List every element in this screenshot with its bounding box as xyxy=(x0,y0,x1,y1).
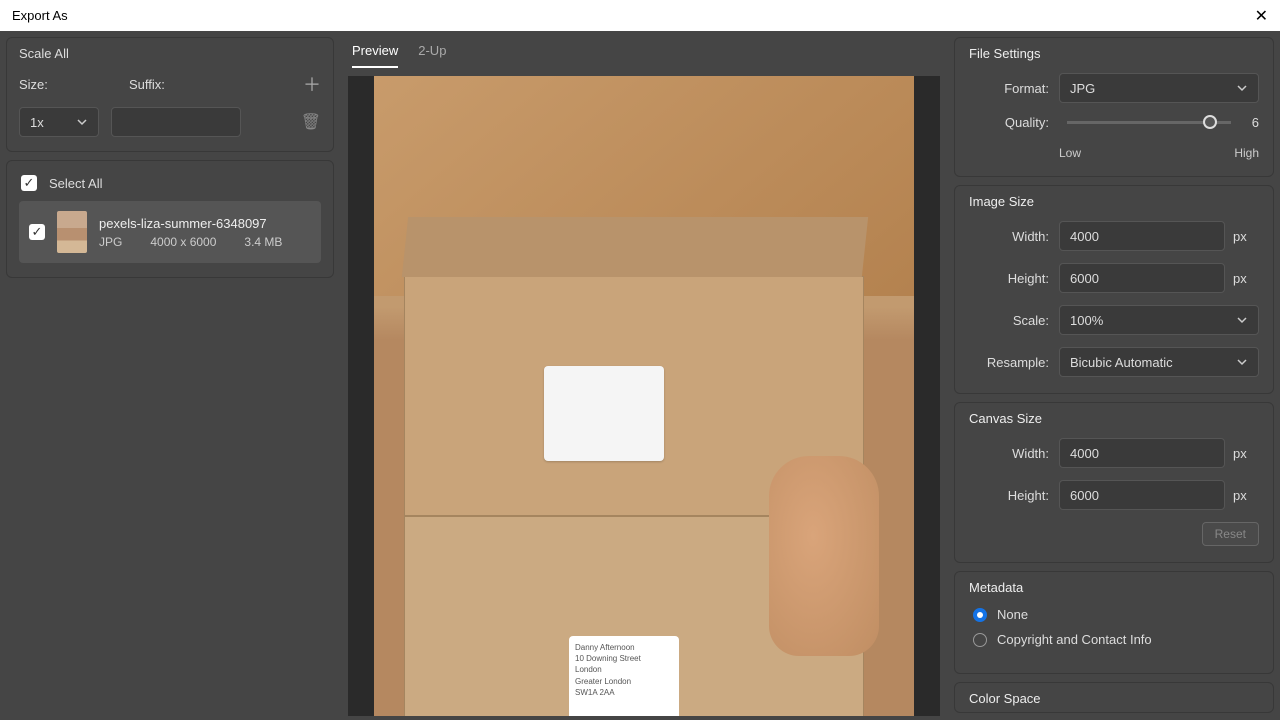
asset-filesize: 3.4 MB xyxy=(244,235,282,249)
asset-dimensions: 4000 x 6000 xyxy=(150,235,216,249)
scale-all-title: Scale All xyxy=(19,46,321,61)
format-dropdown[interactable]: JPG xyxy=(1059,73,1259,103)
metadata-copyright-option[interactable]: Copyright and Contact Info xyxy=(969,632,1259,647)
chevron-down-icon xyxy=(1236,314,1248,326)
height-unit: px xyxy=(1233,271,1259,286)
asset-thumbnail xyxy=(57,211,87,253)
title-bar: Export As ✕ xyxy=(0,0,1280,31)
size-value: 1x xyxy=(30,115,44,130)
image-size-title: Image Size xyxy=(969,194,1259,209)
height-input[interactable]: 6000 xyxy=(1059,263,1225,293)
chevron-down-icon xyxy=(1236,356,1248,368)
metadata-panel: Metadata None Copyright and Contact Info xyxy=(954,571,1274,674)
format-label: Format: xyxy=(969,81,1049,96)
scale-dropdown[interactable]: 100% xyxy=(1059,305,1259,335)
radio-off-icon xyxy=(973,633,987,647)
chevron-down-icon xyxy=(76,116,88,128)
right-pane: File Settings Format: JPG Quality: 6 Low… xyxy=(948,31,1280,720)
trash-icon[interactable]: 🗑 xyxy=(301,112,321,132)
file-settings-panel: File Settings Format: JPG Quality: 6 Low… xyxy=(954,37,1274,177)
quality-label: Quality: xyxy=(969,115,1049,130)
canvas-size-title: Canvas Size xyxy=(969,411,1259,426)
metadata-title: Metadata xyxy=(969,580,1259,595)
tab-two-up[interactable]: 2-Up xyxy=(418,43,446,68)
preview-tabs: Preview 2-Up xyxy=(340,35,948,68)
size-dropdown[interactable]: 1x xyxy=(19,107,99,137)
reset-button[interactable]: Reset xyxy=(1202,522,1259,546)
color-space-panel: Color Space xyxy=(954,682,1274,713)
asset-list-panel: ✓ Select All ✓ pexels-liza-summer-634809… xyxy=(6,160,334,278)
asset-name: pexels-liza-summer-6348097 xyxy=(99,216,311,231)
canvas-height-input[interactable]: 6000 xyxy=(1059,480,1225,510)
preview-image: Danny Afternoon 10 Downing Street London… xyxy=(374,76,914,716)
quality-low-label: Low xyxy=(1059,146,1081,160)
select-all-label: Select All xyxy=(49,176,102,191)
resample-dropdown[interactable]: Bicubic Automatic xyxy=(1059,347,1259,377)
format-value: JPG xyxy=(1070,81,1095,96)
asset-format: JPG xyxy=(99,235,122,249)
file-settings-title: File Settings xyxy=(969,46,1259,61)
width-unit: px xyxy=(1233,229,1259,244)
chevron-down-icon xyxy=(1236,82,1248,94)
preview-viewport[interactable]: Danny Afternoon 10 Downing Street London… xyxy=(348,76,940,716)
scale-label: Scale: xyxy=(969,313,1049,328)
scale-all-panel: Scale All Size: Suffix: ＋ 1x 🗑 xyxy=(6,37,334,152)
size-label: Size: xyxy=(19,77,89,92)
canvas-width-label: Width: xyxy=(969,446,1049,461)
canvas-height-unit: px xyxy=(1233,488,1259,503)
suffix-input[interactable] xyxy=(111,107,241,137)
resample-label: Resample: xyxy=(969,355,1049,370)
color-space-title: Color Space xyxy=(969,691,1259,706)
quality-slider-thumb[interactable] xyxy=(1203,115,1217,129)
height-label: Height: xyxy=(969,271,1049,286)
suffix-label: Suffix: xyxy=(129,77,199,92)
canvas-size-panel: Canvas Size Width: 4000 px Height: 6000 … xyxy=(954,402,1274,563)
asset-item[interactable]: ✓ pexels-liza-summer-6348097 JPG 4000 x … xyxy=(19,201,321,263)
window-title: Export As xyxy=(12,8,68,23)
left-pane: Scale All Size: Suffix: ＋ 1x 🗑 ✓ Select … xyxy=(0,31,340,720)
center-pane: Preview 2-Up Danny Afternoon 10 Downing … xyxy=(340,31,948,720)
quality-value: 6 xyxy=(1239,115,1259,130)
resample-value: Bicubic Automatic xyxy=(1070,355,1173,370)
metadata-copyright-label: Copyright and Contact Info xyxy=(997,632,1152,647)
canvas-height-label: Height: xyxy=(969,488,1049,503)
width-input[interactable]: 4000 xyxy=(1059,221,1225,251)
radio-on-icon xyxy=(973,608,987,622)
metadata-none-option[interactable]: None xyxy=(969,607,1259,622)
select-all-checkbox[interactable]: ✓ xyxy=(21,175,37,191)
quality-slider[interactable] xyxy=(1067,121,1231,124)
asset-checkbox[interactable]: ✓ xyxy=(29,224,45,240)
canvas-width-unit: px xyxy=(1233,446,1259,461)
width-label: Width: xyxy=(969,229,1049,244)
image-size-panel: Image Size Width: 4000 px Height: 6000 p… xyxy=(954,185,1274,394)
metadata-none-label: None xyxy=(997,607,1028,622)
add-size-icon[interactable]: ＋ xyxy=(303,71,321,97)
close-icon[interactable]: ✕ xyxy=(1255,6,1268,26)
canvas-width-input[interactable]: 4000 xyxy=(1059,438,1225,468)
tab-preview[interactable]: Preview xyxy=(352,43,398,68)
scale-value: 100% xyxy=(1070,313,1103,328)
quality-high-label: High xyxy=(1234,146,1259,160)
